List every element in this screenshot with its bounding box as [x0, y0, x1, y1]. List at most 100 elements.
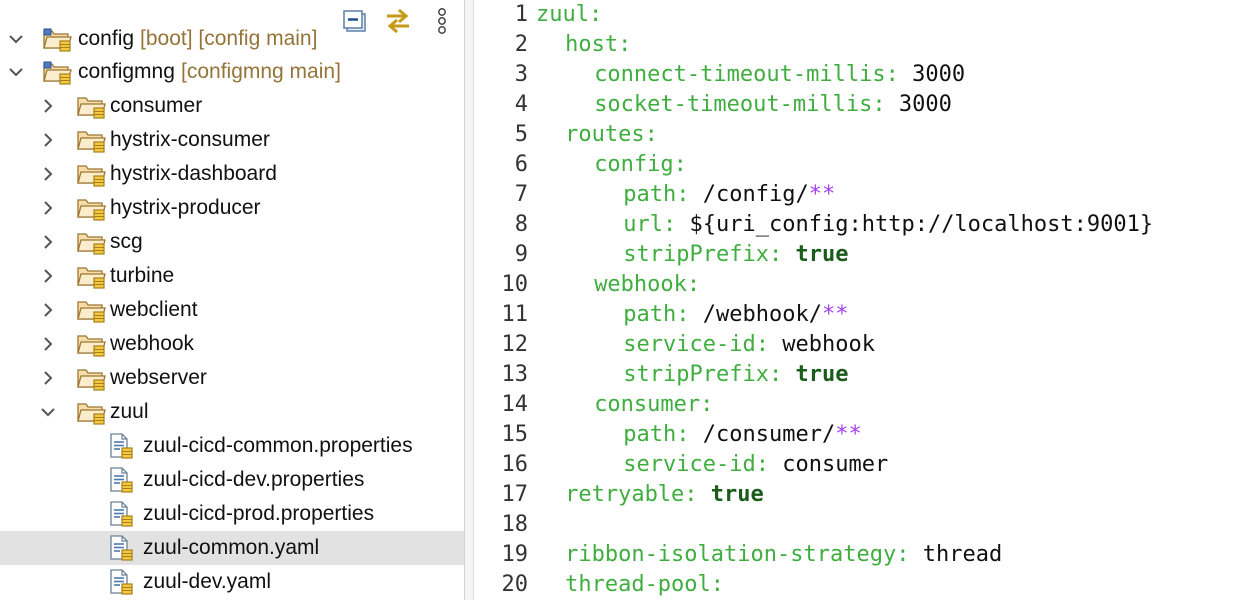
line-number: 2	[514, 32, 528, 57]
tree-item-webclient[interactable]: webclient	[0, 293, 464, 327]
tree-item-file[interactable]: zuul-dev.yaml	[0, 565, 464, 599]
package-folder-icon	[77, 165, 106, 187]
yaml-glob: **	[822, 302, 849, 327]
yaml-key: path:	[623, 422, 690, 447]
yaml-key: config:	[594, 152, 687, 177]
chevron-right-icon[interactable]	[38, 164, 58, 184]
tree-item-label: hystrix-producer	[110, 196, 261, 219]
project-folder-icon	[43, 61, 72, 85]
tree-item-label: hystrix-consumer	[110, 128, 270, 151]
code-content: service-id: webhook	[623, 330, 875, 360]
yaml-key: url:	[623, 212, 677, 237]
line-number: 9	[514, 242, 528, 267]
tree-item-hystrix-consumer[interactable]: hystrix-consumer	[0, 123, 464, 157]
tree-item-label: zuul-common.yaml	[143, 536, 320, 559]
package-folder-icon	[77, 267, 106, 289]
tree-item-file[interactable]: zuul-cicd-dev.properties	[0, 463, 464, 497]
tree-item-label: webserver	[110, 366, 207, 389]
chevron-right-icon[interactable]	[38, 334, 58, 354]
yaml-key: zuul:	[536, 2, 603, 27]
chevron-right-icon[interactable]	[38, 300, 58, 320]
tree-item-label: turbine	[110, 264, 175, 287]
code-content: path: /webhook/**	[623, 300, 848, 330]
yaml-value: thread	[922, 542, 1003, 567]
pane-splitter[interactable]	[464, 0, 474, 600]
line-number: 4	[514, 92, 528, 117]
code-content: thread-pool:	[565, 570, 724, 600]
line-number: 20	[501, 572, 529, 597]
code-content: path: /config/**	[623, 180, 835, 210]
yaml-key: stripPrefix:	[623, 362, 783, 387]
yaml-key: service-id:	[623, 452, 769, 477]
file-icon	[110, 535, 133, 561]
package-folder-icon	[77, 335, 106, 357]
line-number: 7	[514, 182, 528, 207]
yaml-value: /config/	[702, 182, 809, 207]
line-number: 8	[514, 212, 528, 237]
code-content: socket-timeout-millis: 3000	[594, 90, 952, 120]
yaml-key: path:	[623, 182, 690, 207]
project-decoration: [configmng main]	[181, 60, 341, 83]
yaml-key: stripPrefix:	[623, 242, 783, 267]
yaml-key: connect-timeout-millis:	[594, 62, 899, 87]
project-explorer: config [boot] [config main] configmng [conf…	[0, 0, 464, 600]
chevron-down-icon[interactable]	[38, 402, 58, 422]
tree-item-configmng[interactable]: configmng [configmng main]	[0, 55, 464, 89]
yaml-editor[interactable]: 1 zuul: 2 host: 3 connect-timeout-millis: 300…	[474, 0, 1248, 600]
yaml-key: service-id:	[623, 332, 769, 357]
chevron-right-icon[interactable]	[38, 232, 58, 252]
yaml-value: /consumer/	[702, 422, 836, 447]
chevron-right-icon[interactable]	[38, 130, 58, 150]
tree-item-webserver[interactable]: webserver	[0, 361, 464, 395]
yaml-key: routes:	[565, 122, 658, 147]
tree-item-label: zuul-cicd-prod.properties	[143, 502, 375, 525]
package-folder-icon	[77, 233, 106, 255]
chevron-right-icon[interactable]	[38, 198, 58, 218]
line-number: 19	[501, 542, 529, 567]
tree-item-label: config	[78, 27, 135, 50]
tree-item-file[interactable]: zuul-cicd-common.properties	[0, 429, 464, 463]
tree-item-zuul[interactable]: zuul	[0, 395, 464, 429]
file-icon	[110, 467, 133, 493]
file-icon	[110, 433, 133, 459]
file-icon	[110, 569, 133, 595]
line-number: 14	[501, 392, 529, 417]
yaml-key: socket-timeout-millis:	[594, 92, 886, 117]
tree-item-label: zuul-dev.yaml	[143, 570, 271, 593]
yaml-boolean-value: true	[795, 242, 849, 267]
chevron-right-icon[interactable]	[38, 266, 58, 286]
code-content: path: /consumer/**	[623, 420, 861, 450]
line-number: 11	[501, 302, 529, 327]
code-content: config:	[594, 150, 687, 180]
tree-item-consumer[interactable]: consumer	[0, 89, 464, 123]
yaml-glob: **	[808, 182, 836, 207]
tree-item-config[interactable]: config [boot] [config main]	[0, 22, 464, 56]
line-number: 5	[514, 122, 528, 147]
tree-item-webhook[interactable]: webhook	[0, 327, 464, 361]
code-content: url: ${uri_config:http://localhost:9001}	[623, 210, 1153, 240]
code-content: webhook:	[594, 270, 700, 300]
line-number: 3	[514, 62, 528, 87]
tree-item-label: hystrix-dashboard	[110, 162, 277, 185]
chevron-down-icon[interactable]	[6, 29, 26, 49]
code-content: stripPrefix: true	[623, 360, 848, 390]
package-folder-icon	[77, 131, 106, 153]
yaml-key: ribbon-isolation-strategy:	[565, 542, 910, 567]
tree-item-file[interactable]: zuul-common.yaml	[0, 531, 464, 565]
line-number: 17	[501, 482, 529, 507]
tree-item-hystrix-producer[interactable]: hystrix-producer	[0, 191, 464, 225]
project-decoration: [boot] [config main]	[140, 27, 318, 50]
tree-item-hystrix-dashboard[interactable]: hystrix-dashboard	[0, 157, 464, 191]
tree-item-label: configmng	[78, 60, 175, 83]
code-content: ribbon-isolation-strategy: thread	[565, 540, 1002, 570]
code-content: host:	[565, 30, 631, 60]
tree-item-turbine[interactable]: turbine	[0, 259, 464, 293]
chevron-right-icon[interactable]	[38, 96, 58, 116]
tree-item-file[interactable]: zuul-cicd-prod.properties	[0, 497, 464, 531]
yaml-key: host:	[565, 32, 632, 57]
chevron-right-icon[interactable]	[38, 368, 58, 388]
yaml-glob: **	[835, 422, 862, 447]
yaml-key: consumer:	[594, 392, 714, 417]
tree-item-scg[interactable]: scg	[0, 225, 464, 259]
chevron-down-icon[interactable]	[6, 62, 26, 82]
